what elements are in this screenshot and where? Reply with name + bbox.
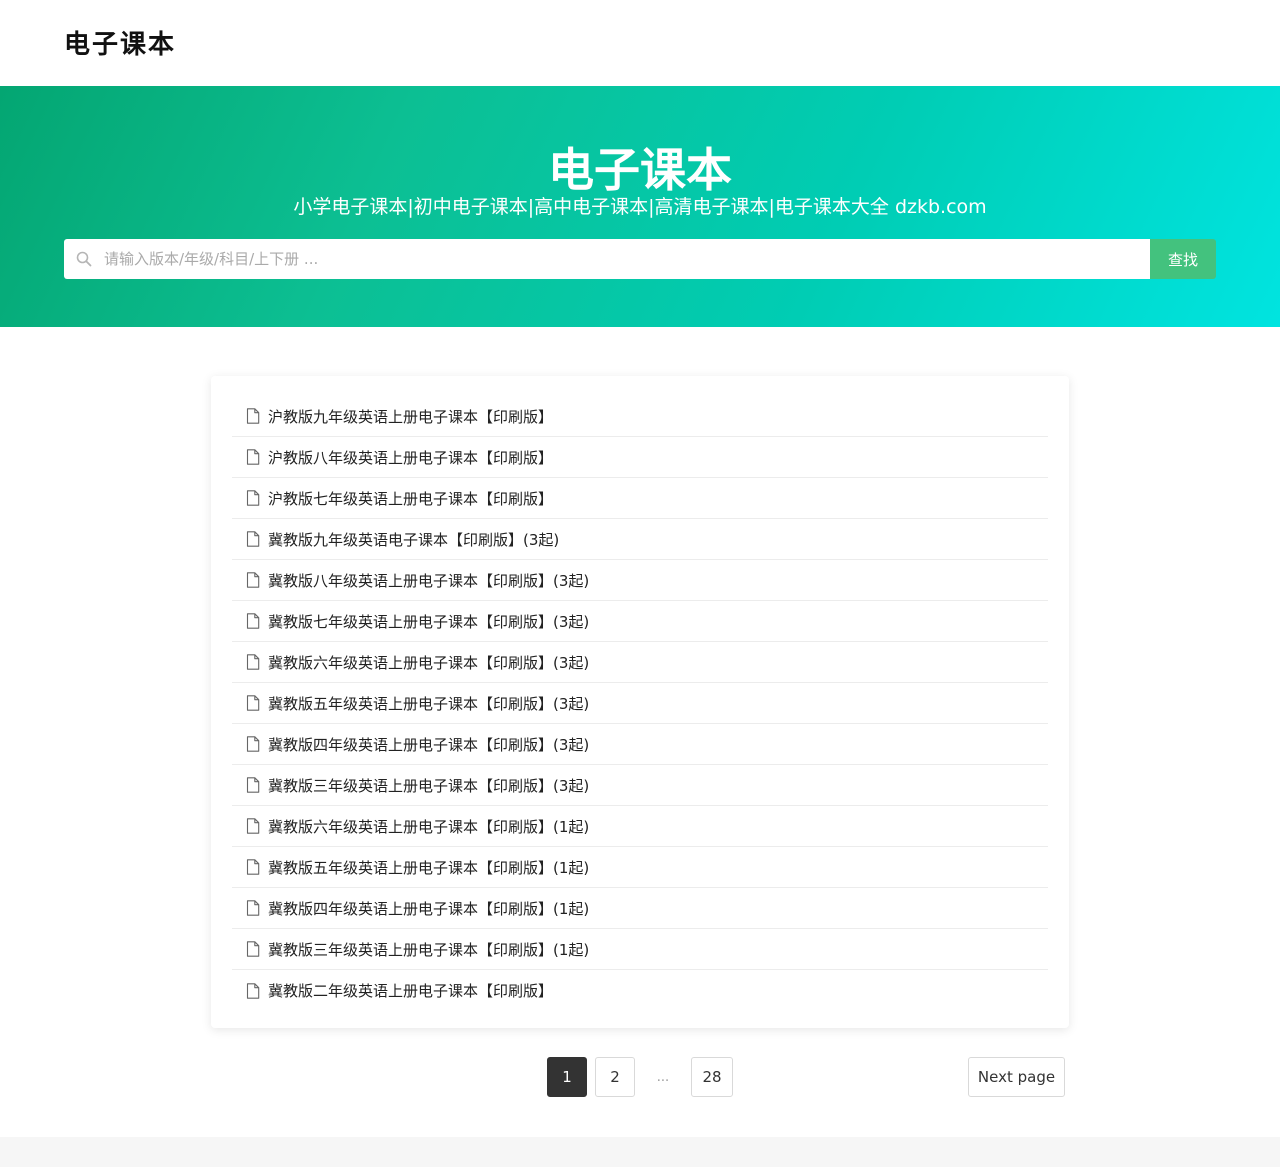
list-item-title: 沪教版八年级英语上册电子课本【印刷版】 [268, 448, 554, 467]
list-item[interactable]: 冀教版四年级英语上册电子课本【印刷版】(1起) [232, 888, 1048, 929]
document-icon [246, 613, 260, 629]
footer [0, 1137, 1280, 1167]
next-page-button[interactable]: Next page [968, 1057, 1065, 1097]
list-item[interactable]: 冀教版三年级英语上册电子课本【印刷版】(1起) [232, 929, 1048, 970]
document-icon [246, 695, 260, 711]
hero-subtitle: 小学电子课本|初中电子课本|高中电子课本|高清电子课本|电子课本大全 dzkb.… [293, 196, 987, 218]
list-item-title: 冀教版八年级英语上册电子课本【印刷版】(3起) [268, 571, 590, 590]
list-item[interactable]: 冀教版六年级英语上册电子课本【印刷版】(1起) [232, 806, 1048, 847]
search-input[interactable] [104, 250, 1150, 268]
top-header: 电子课本 [0, 0, 1280, 86]
list-item[interactable]: 冀教版二年级英语上册电子课本【印刷版】 [232, 970, 1048, 1011]
list-item[interactable]: 冀教版七年级英语上册电子课本【印刷版】(3起) [232, 601, 1048, 642]
search-button[interactable]: 查找 [1150, 239, 1216, 279]
site-logo[interactable]: 电子课本 [64, 24, 176, 61]
list-item[interactable]: 冀教版四年级英语上册电子课本【印刷版】(3起) [232, 724, 1048, 765]
document-icon [246, 777, 260, 793]
document-icon [246, 654, 260, 670]
search-icon [76, 251, 92, 267]
list-item[interactable]: 沪教版七年级英语上册电子课本【印刷版】 [232, 478, 1048, 519]
list-item-title: 沪教版七年级英语上册电子课本【印刷版】 [268, 489, 554, 508]
document-icon [246, 572, 260, 588]
textbook-list: 沪教版九年级英语上册电子课本【印刷版】 沪教版八年级英语上册电子课本【印刷版】 沪教… [211, 376, 1069, 1028]
list-item-title: 冀教版四年级英语上册电子课本【印刷版】(1起) [268, 899, 590, 918]
document-icon [246, 982, 260, 999]
list-item-title: 冀教版六年级英语上册电子课本【印刷版】(1起) [268, 817, 590, 836]
list-item[interactable]: 沪教版九年级英语上册电子课本【印刷版】 [232, 396, 1048, 437]
document-icon [246, 490, 260, 506]
hero-banner: 电子课本 小学电子课本|初中电子课本|高中电子课本|高清电子课本|电子课本大全 … [0, 86, 1280, 327]
list-item-title: 冀教版九年级英语电子课本【印刷版】(3起) [268, 530, 560, 549]
document-icon [246, 900, 260, 916]
list-item[interactable]: 冀教版六年级英语上册电子课本【印刷版】(3起) [232, 642, 1048, 683]
hero-title: 电子课本 [548, 143, 732, 197]
list-item[interactable]: 沪教版八年级英语上册电子课本【印刷版】 [232, 437, 1048, 478]
list-item-title: 冀教版七年级英语上册电子课本【印刷版】(3起) [268, 612, 590, 631]
page-1-button[interactable]: 1 [547, 1057, 587, 1097]
search-box [64, 239, 1150, 279]
list-item-title: 冀教版三年级英语上册电子课本【印刷版】(3起) [268, 776, 590, 795]
list-item[interactable]: 冀教版九年级英语电子课本【印刷版】(3起) [232, 519, 1048, 560]
list-item[interactable]: 冀教版八年级英语上册电子课本【印刷版】(3起) [232, 560, 1048, 601]
list-item[interactable]: 冀教版五年级英语上册电子课本【印刷版】(3起) [232, 683, 1048, 724]
list-item[interactable]: 冀教版五年级英语上册电子课本【印刷版】(1起) [232, 847, 1048, 888]
page-2-button[interactable]: 2 [595, 1057, 635, 1097]
document-icon [246, 859, 260, 875]
document-icon [246, 941, 260, 957]
list-item-title: 冀教版二年级英语上册电子课本【印刷版】 [268, 982, 554, 1000]
list-item-title: 沪教版九年级英语上册电子课本【印刷版】 [268, 407, 554, 426]
list-item-title: 冀教版五年级英语上册电子课本【印刷版】(1起) [268, 858, 590, 877]
document-icon [246, 736, 260, 752]
list-item-title: 冀教版三年级英语上册电子课本【印刷版】(1起) [268, 940, 590, 959]
page-last-button[interactable]: 28 [691, 1057, 733, 1097]
document-icon [246, 818, 260, 834]
list-item-title: 冀教版六年级英语上册电子课本【印刷版】(3起) [268, 653, 590, 672]
pagination-ellipsis: ... [656, 1069, 670, 1085]
search-bar: 查找 [64, 239, 1216, 279]
list-item[interactable]: 冀教版三年级英语上册电子课本【印刷版】(3起) [232, 765, 1048, 806]
list-item-title: 冀教版四年级英语上册电子课本【印刷版】(3起) [268, 735, 590, 754]
list-item-title: 冀教版五年级英语上册电子课本【印刷版】(3起) [268, 694, 590, 713]
document-icon [246, 531, 260, 547]
document-icon [246, 408, 260, 424]
document-icon [246, 449, 260, 465]
